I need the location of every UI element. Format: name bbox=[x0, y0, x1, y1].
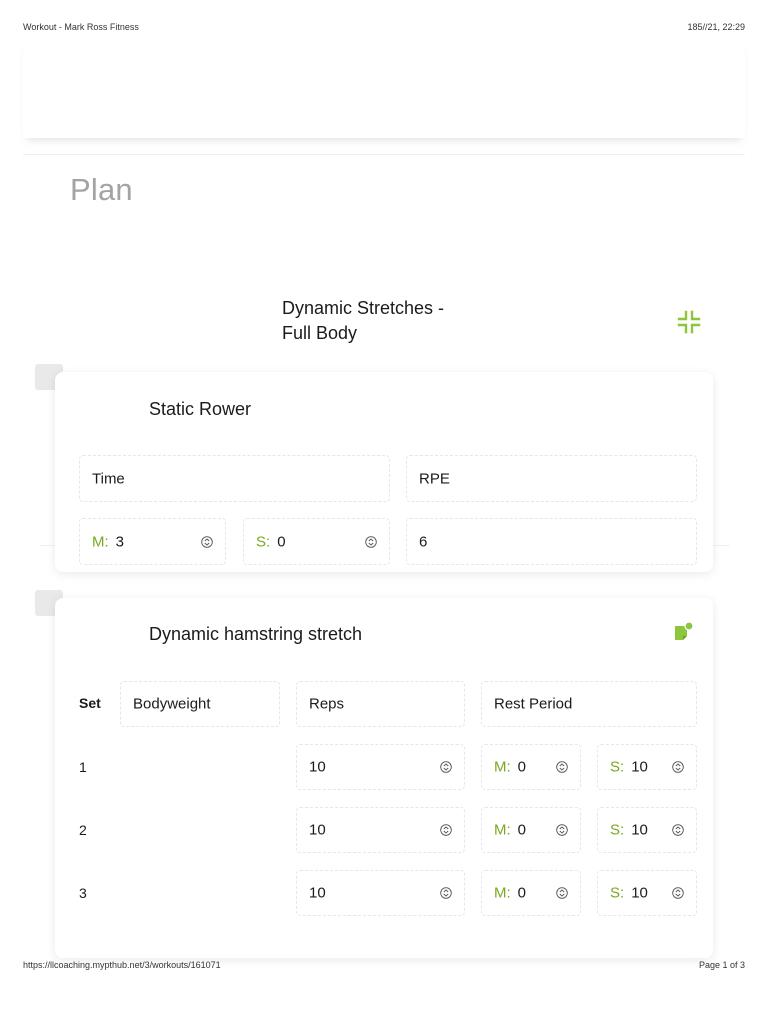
circuit-title-line1: Dynamic Stretches - bbox=[282, 298, 445, 318]
set-number: 1 bbox=[79, 759, 87, 775]
page-title: Plan bbox=[70, 172, 133, 207]
reps-input[interactable]: 10 bbox=[296, 807, 465, 853]
exercise-name: Static Rower bbox=[149, 399, 252, 419]
rest-seconds-input[interactable]: S: 10 bbox=[597, 744, 697, 790]
exercise-card-static-rower: Static Rower Time RPE M: 3 S: 0 6 bbox=[55, 372, 713, 572]
circuit-title-line2: Full Body bbox=[282, 323, 358, 343]
top-bar bbox=[23, 40, 745, 138]
time-seconds-input[interactable]: S: 0 bbox=[243, 518, 390, 565]
seconds-value: 0 bbox=[277, 533, 286, 550]
stepper-icon[interactable] bbox=[440, 824, 452, 836]
rest-minutes-input[interactable]: M: 0 bbox=[481, 870, 581, 916]
exercise-card-hamstring: Dynamic hamstring stretch Set Bodyweight… bbox=[55, 598, 713, 958]
reps-input[interactable]: 10 bbox=[296, 870, 465, 916]
stepper-icon[interactable] bbox=[672, 761, 684, 773]
stepper-icon[interactable] bbox=[365, 535, 377, 548]
rest-minutes-input[interactable]: M: 0 bbox=[481, 807, 581, 853]
print-url: https://llcoaching.mypthub.net/3/workout… bbox=[23, 960, 221, 970]
column-header-rest: Rest Period bbox=[481, 681, 697, 727]
circuit-title: Dynamic Stretches - Full Body bbox=[282, 296, 444, 346]
minutes-value: 3 bbox=[115, 533, 125, 550]
exercise-name: Dynamic hamstring stretch bbox=[149, 624, 363, 644]
minutes-label: M: bbox=[92, 533, 109, 550]
column-header-rpe: RPE bbox=[406, 455, 697, 502]
reps-input[interactable]: 10 bbox=[296, 744, 465, 790]
rpe-input[interactable]: 6 bbox=[406, 518, 697, 565]
set-number: 2 bbox=[79, 822, 87, 838]
stepper-icon[interactable] bbox=[440, 887, 452, 899]
stepper-icon[interactable] bbox=[440, 761, 452, 773]
stepper-icon[interactable] bbox=[556, 824, 568, 836]
time-minutes-input[interactable]: M: 3 bbox=[79, 518, 226, 565]
stepper-icon[interactable] bbox=[672, 824, 684, 836]
note-icon[interactable] bbox=[673, 621, 695, 643]
stepper-icon[interactable] bbox=[672, 887, 684, 899]
collapse-icon[interactable] bbox=[676, 309, 702, 335]
seconds-label: S: bbox=[256, 533, 271, 550]
rest-minutes-input[interactable]: M: 0 bbox=[481, 744, 581, 790]
column-header-load: Bodyweight bbox=[120, 681, 280, 727]
print-page-number: Page 1 of 3 bbox=[698, 960, 745, 970]
stepper-icon[interactable] bbox=[201, 535, 213, 548]
divider bbox=[23, 154, 745, 155]
rest-seconds-input[interactable]: S: 10 bbox=[597, 807, 697, 853]
print-datetime: 185//21, 22:29 bbox=[687, 22, 745, 32]
column-header-time: Time bbox=[79, 455, 390, 502]
stepper-icon[interactable] bbox=[556, 887, 568, 899]
print-tab-title: Workout - Mark Ross Fitness bbox=[23, 22, 139, 32]
column-header-set: Set bbox=[79, 695, 101, 711]
rest-seconds-input[interactable]: S: 10 bbox=[597, 870, 697, 916]
column-header-reps: Reps bbox=[296, 681, 465, 727]
set-number: 3 bbox=[79, 885, 87, 901]
stepper-icon[interactable] bbox=[556, 761, 568, 773]
